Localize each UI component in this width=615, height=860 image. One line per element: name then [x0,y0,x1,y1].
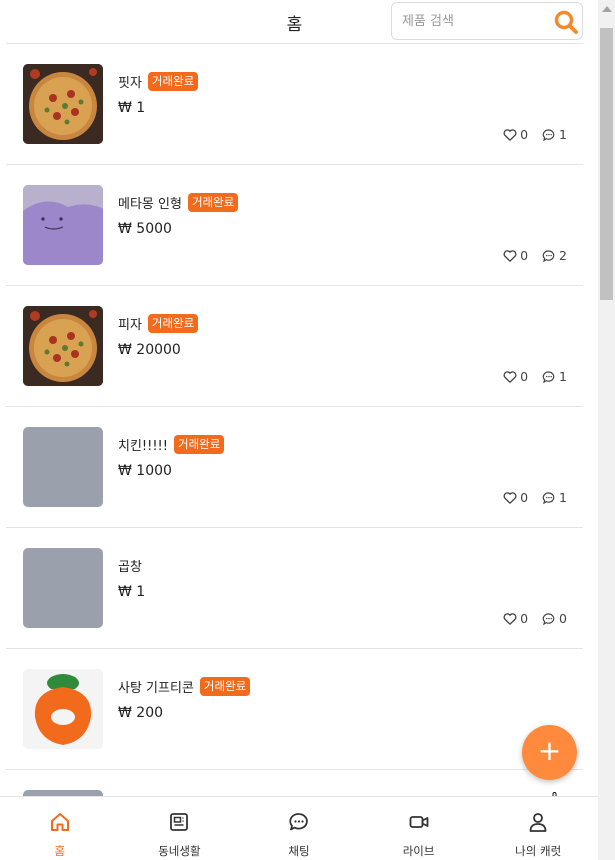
top-header: 홈 [6,0,583,44]
product-stats: 0 1 [503,490,567,505]
product-title: 곱창 [118,560,142,575]
heart-icon [503,491,517,504]
comment-icon [542,491,555,504]
product-thumbnail [23,306,103,386]
ditto-plush-image [23,185,103,265]
comment-count: 2 [559,248,567,263]
comment-count: 1 [559,490,567,505]
home-icon [50,813,69,831]
heart-icon [503,249,517,262]
product-thumbnail [23,185,103,265]
comment-icon [542,370,555,383]
like-count: 0 [520,127,529,142]
product-title: 피자 [118,318,142,333]
nav-label: 홈 [54,844,66,858]
newspaper-icon [170,813,189,831]
like-count: 0 [520,369,529,384]
nav-label: 채팅 [288,844,310,858]
nav-label: 동네생활 [158,844,201,858]
comment-count: 1 [559,127,567,142]
product-thumbnail [23,669,103,749]
user-icon [529,813,547,832]
scroll-up-arrow-icon[interactable] [602,6,612,12]
video-camera-icon [409,816,428,828]
product-thumbnail-placeholder [23,427,103,507]
product-stats: 0 2 [503,248,567,263]
nav-label: 나의 캐럿 [515,844,562,858]
comment-icon [542,249,555,262]
product-title: 사탕 기프티콘 [118,681,194,696]
heart-icon [503,370,517,383]
product-title: 핏자 [118,76,142,91]
product-stats: 0 1 [503,127,567,142]
product-price: ₩ 1000 [118,463,172,479]
add-product-button[interactable]: + [522,725,577,780]
nav-chat[interactable]: 채팅 [239,797,359,860]
carrot-logo-image [23,669,103,749]
nav-my-carrot[interactable]: 나의 캐럿 [478,797,598,860]
heart-icon [503,612,517,625]
product-item[interactable]: 곱창 ₩ 1 0 0 [6,528,583,649]
product-list: 핏자 거래완료 ₩ 1 0 1 메타몽 인형 거래완료 ₩ 5000 0 2 피… [6,44,583,796]
product-stats: 0 0 [503,611,567,626]
product-thumbnail [23,64,103,144]
search-icon[interactable] [553,9,579,35]
pizza-image [23,306,103,386]
like-count: 0 [520,611,529,626]
nav-live[interactable]: 라이브 [359,797,479,860]
search-box[interactable] [391,2,583,40]
like-count: 0 [520,248,529,263]
status-badge: 거래완료 [187,193,239,212]
status-badge: 거래완료 [147,72,199,91]
scrollbar-thumb[interactable] [600,28,613,300]
product-item[interactable]: 사탕 기프티콘 거래완료 ₩ 200 [6,649,583,770]
product-title: 치킨!!!!! [118,439,168,454]
product-price: ₩ 1 [118,100,146,116]
product-item[interactable]: 피자 거래완료 ₩ 20000 0 1 [6,286,583,407]
comment-icon [542,128,555,141]
product-price: ₩ 5000 [118,221,172,237]
plus-icon: + [537,734,562,767]
comment-icon [542,612,555,625]
status-badge: 거래완료 [199,677,251,696]
pizza-image [23,64,103,144]
status-badge: 거래완료 [173,435,225,454]
nav-label: 라이브 [402,844,435,858]
comment-count: 0 [559,611,567,626]
comment-count: 1 [559,369,567,384]
search-input[interactable] [402,11,542,31]
heart-icon [503,128,517,141]
nav-home[interactable]: 홈 [0,797,120,860]
product-price: ₩ 1 [118,584,146,600]
product-price: ₩ 20000 [118,342,181,358]
product-stats: 0 1 [503,369,567,384]
product-price: ₩ 200 [118,705,164,721]
like-count: 0 [520,490,529,505]
product-item[interactable] [6,770,583,796]
product-item[interactable]: 치킨!!!!! 거래완료 ₩ 1000 0 1 [6,407,583,528]
chat-bubble-icon [289,813,308,831]
status-badge: 거래완료 [147,314,199,333]
product-thumbnail-placeholder [23,548,103,628]
product-title: 메타몽 인형 [118,197,182,212]
product-item[interactable]: 핏자 거래완료 ₩ 1 0 1 [6,44,583,165]
product-item[interactable]: 메타몽 인형 거래완료 ₩ 5000 0 2 [6,165,583,286]
nav-neighborhood[interactable]: 동네생활 [120,797,240,860]
bottom-navigation: 홈 동네생활 채팅 라이브 나의 캐럿 [0,796,598,860]
